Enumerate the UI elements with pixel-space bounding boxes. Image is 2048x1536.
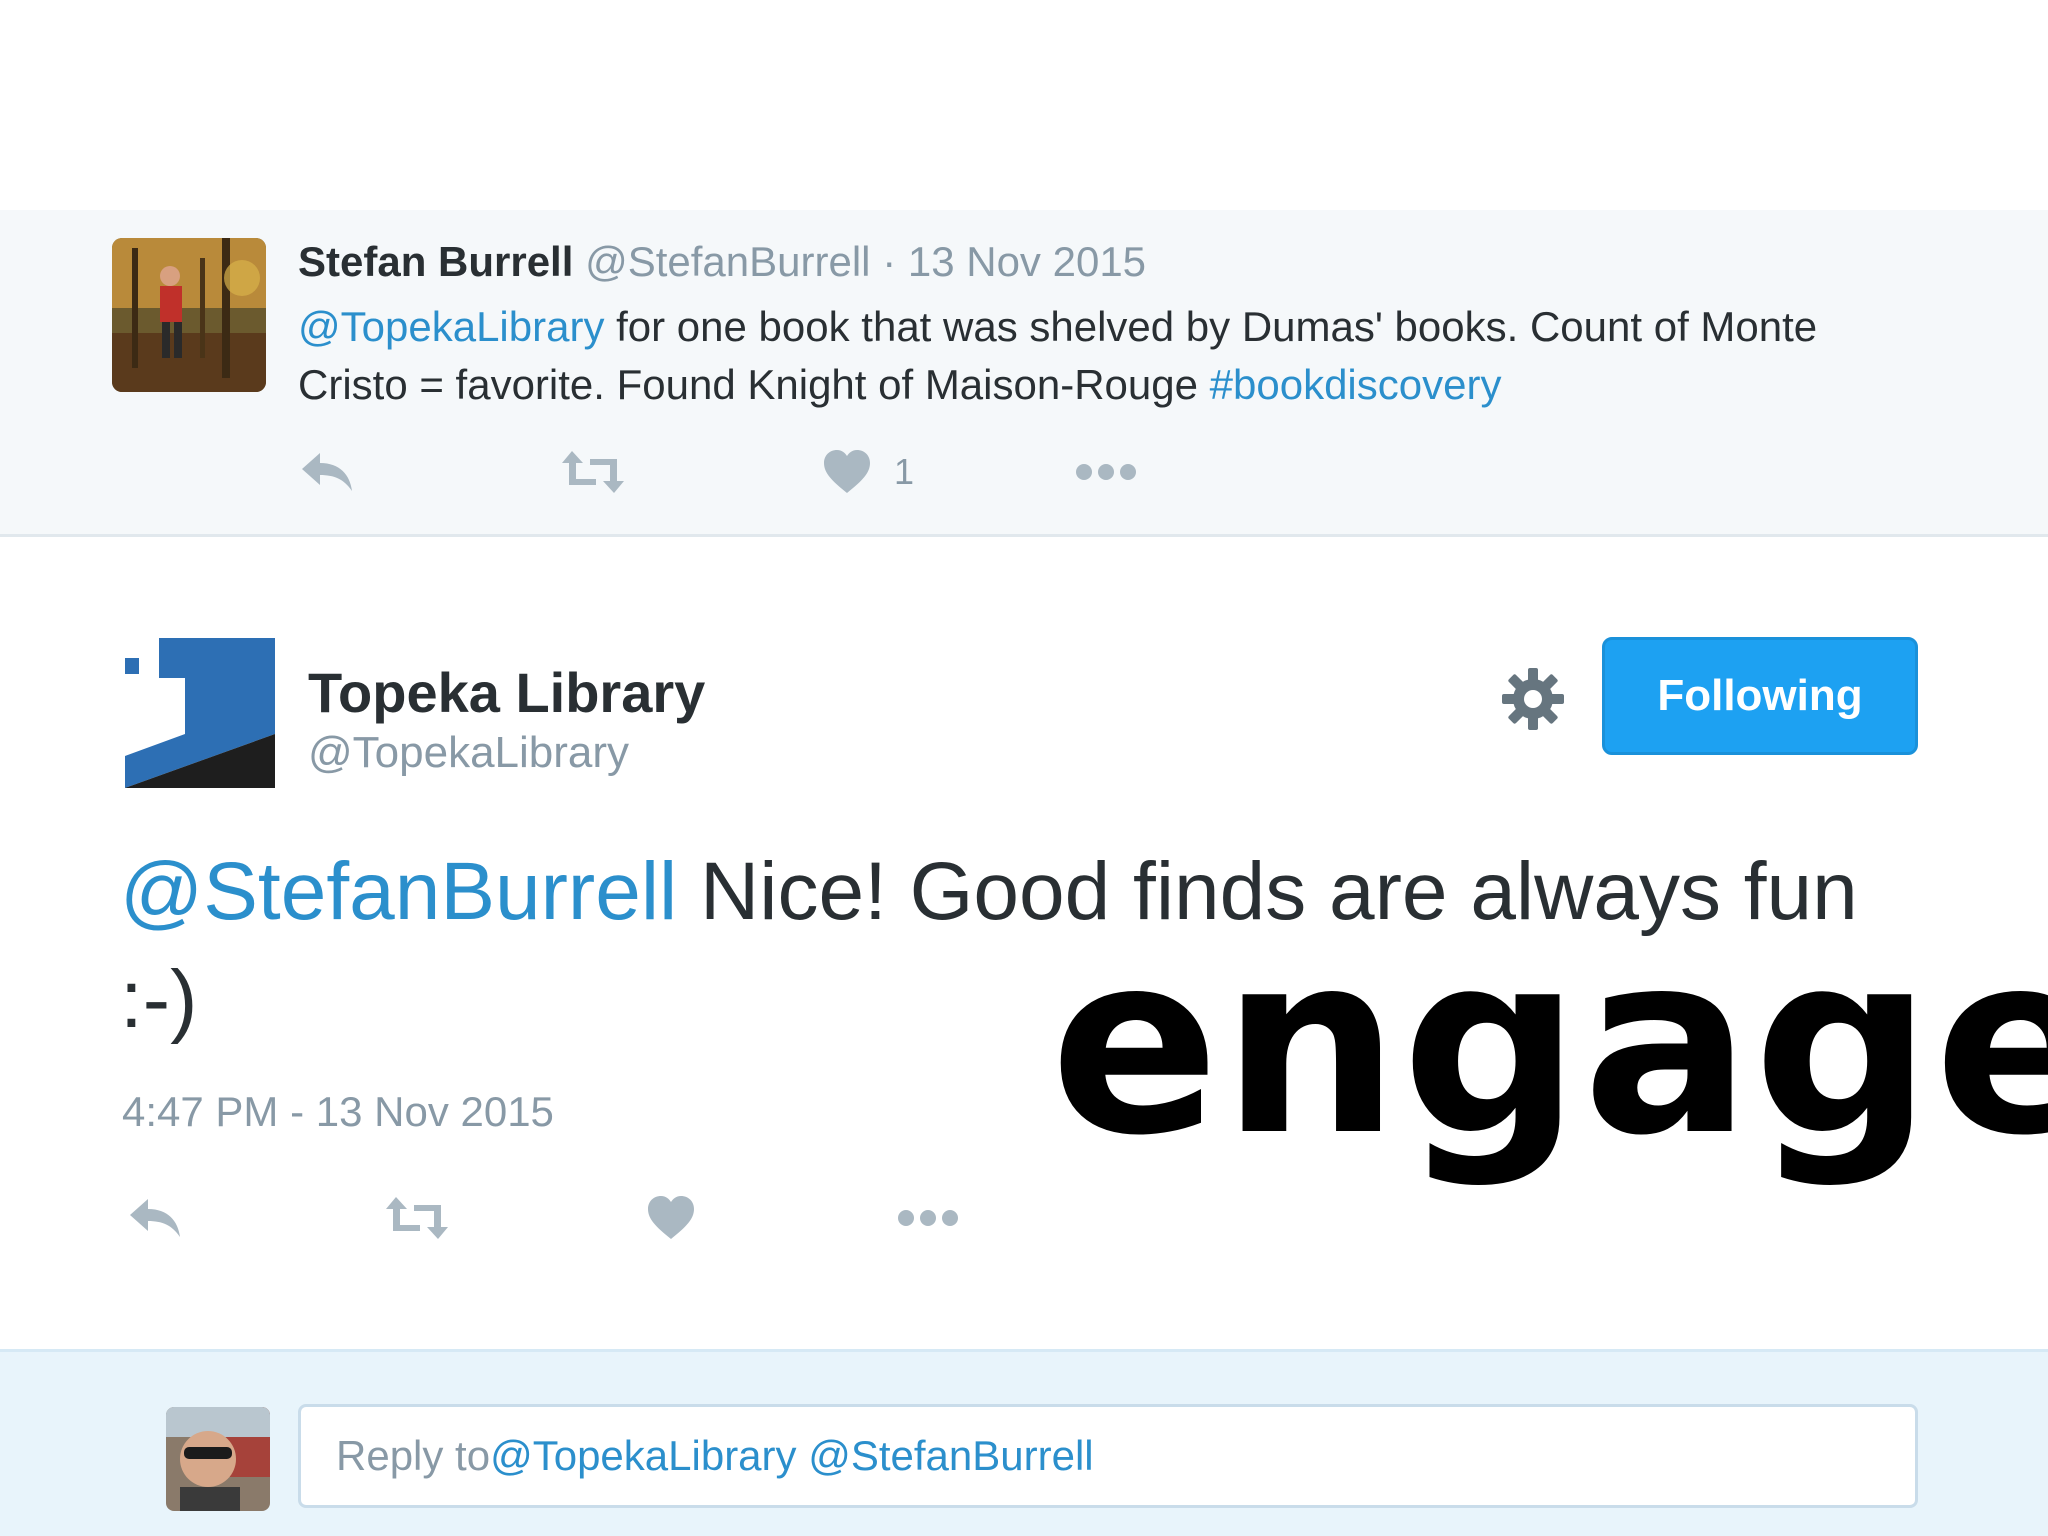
author-name[interactable]: Topeka Library	[308, 660, 705, 725]
tweet-timestamp[interactable]: 4:47 PM - 13 Nov 2015	[122, 1088, 554, 1136]
author-handle[interactable]: @StefanBurrell	[585, 238, 870, 285]
more-button[interactable]	[1074, 442, 1138, 502]
following-button[interactable]: Following	[1602, 637, 1918, 755]
like-button[interactable]	[646, 1188, 696, 1248]
topeka-library-logo[interactable]	[125, 638, 275, 788]
parent-tweet-actions: 1	[298, 442, 1198, 502]
retweet-icon	[560, 449, 626, 495]
user-avatar	[166, 1407, 270, 1511]
more-icon	[1074, 462, 1138, 482]
more-icon	[896, 1208, 960, 1228]
reply-mention-stefan: @StefanBurrell	[808, 1432, 1094, 1479]
gear-icon	[1500, 668, 1566, 736]
retweet-button[interactable]	[560, 442, 626, 502]
separator: ·	[882, 238, 897, 285]
reply-prefix: Reply to	[336, 1432, 491, 1479]
reply-icon	[126, 1195, 184, 1241]
mention-link[interactable]: @StefanBurrell	[120, 846, 677, 937]
stefan-avatar[interactable]	[112, 238, 266, 392]
settings-button[interactable]	[1500, 666, 1566, 732]
focused-tweet-actions	[126, 1188, 986, 1248]
like-button[interactable]: 1	[822, 442, 914, 502]
retweet-icon	[384, 1195, 450, 1241]
retweet-button[interactable]	[384, 1188, 450, 1248]
reply-bar: Reply to @TopekaLibrary @StefanBurrell	[0, 1349, 2048, 1536]
mention-link[interactable]: @TopekaLibrary	[298, 303, 604, 350]
parent-tweet: Stefan Burrell @StefanBurrell · 13 Nov 2…	[0, 210, 2048, 537]
reply-button[interactable]	[126, 1188, 184, 1248]
tweet-date[interactable]: 13 Nov 2015	[908, 238, 1146, 285]
heart-icon	[646, 1195, 696, 1241]
more-button[interactable]	[896, 1188, 960, 1248]
author-handle[interactable]: @TopekaLibrary	[308, 728, 629, 778]
author-name[interactable]: Stefan Burrell	[298, 238, 573, 285]
like-count: 1	[894, 451, 915, 492]
reply-button[interactable]	[298, 442, 356, 502]
reply-mention-topeka: @TopekaLibrary	[490, 1432, 797, 1479]
heart-icon	[822, 449, 872, 495]
parent-tweet-text: @TopekaLibrary for one book that was she…	[298, 298, 1858, 414]
hashtag-link[interactable]: #bookdiscovery	[1210, 361, 1502, 408]
parent-tweet-header: Stefan Burrell @StefanBurrell · 13 Nov 2…	[298, 238, 1146, 286]
engage-overlay-text: engage	[1050, 899, 2048, 1190]
reply-input[interactable]: Reply to @TopekaLibrary @StefanBurrell	[298, 1404, 1918, 1508]
reply-icon	[298, 449, 356, 495]
